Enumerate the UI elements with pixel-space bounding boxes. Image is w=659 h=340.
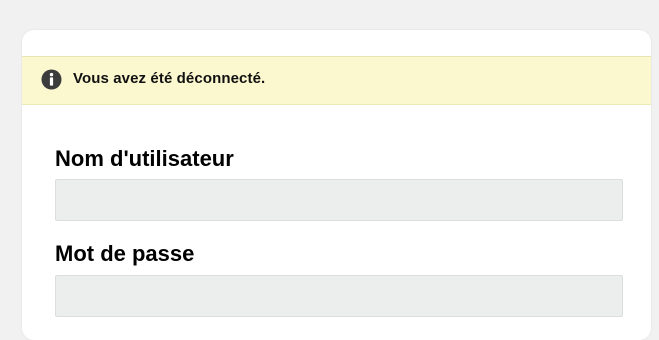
password-label: Mot de passe <box>55 241 195 266</box>
password-field[interactable] <box>55 275 623 317</box>
username-label: Nom d'utilisateur <box>55 146 234 171</box>
logout-notice: Vous avez été déconnecté. <box>22 56 651 105</box>
info-icon <box>41 69 62 90</box>
login-card: Vous avez été déconnecté. Nom d'utilisat… <box>22 30 651 340</box>
notice-message: Vous avez été déconnecté. <box>73 70 266 87</box>
username-field[interactable] <box>55 179 623 221</box>
page-background <box>0 0 659 12</box>
